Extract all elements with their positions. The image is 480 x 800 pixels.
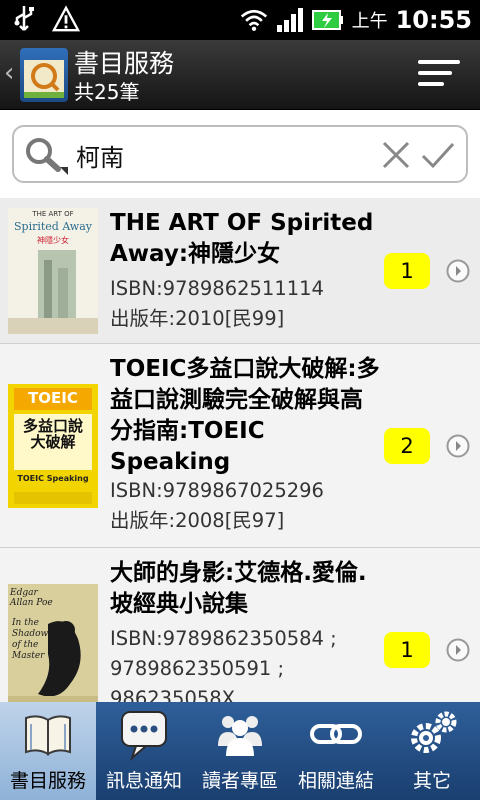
clock-time: 10:55: [395, 6, 472, 34]
tab-label: 其它: [412, 770, 451, 792]
search-icon[interactable]: [22, 135, 70, 175]
holdings-count-badge: 1: [384, 632, 430, 668]
book-meta: ISBN:9789862511114 出版年:2010[民99]: [110, 274, 380, 334]
tab-bibliographic-service[interactable]: 書目服務: [0, 702, 96, 800]
tab-reader-zone[interactable]: 讀者專區: [192, 702, 288, 800]
search-box: [12, 125, 468, 183]
menu-bar-icon: [418, 71, 452, 75]
clock-ampm: 上午: [351, 11, 388, 32]
book-title: 大師的身影:艾德格.愛倫.坡經典小說集: [110, 560, 367, 617]
list-item[interactable]: TOEIC 多益口說大破解 TOEIC Speaking TOEIC多益口說大破…: [0, 344, 480, 548]
list-item[interactable]: THE ART OF Spirited Away 神隱少女 THE ART OF…: [0, 198, 480, 344]
chevron-right-icon[interactable]: [446, 259, 470, 283]
warning-icon: [52, 4, 80, 34]
book-cover: Edgar Allan Poe In the Shadow of the Mas…: [8, 584, 98, 702]
book-title: THE ART OF Spirited Away:神隱少女: [110, 210, 374, 267]
search-input[interactable]: [76, 135, 376, 175]
status-bar: 上午 10:55: [0, 0, 480, 40]
menu-button[interactable]: [418, 60, 460, 90]
chevron-right-icon[interactable]: [446, 638, 470, 662]
signal-icon: [276, 5, 304, 35]
tab-label: 讀者專區: [201, 770, 278, 792]
title-bar: ‹ 書目服務 共25筆: [0, 40, 480, 110]
book-isbn: ISBN:9789862350584 ; 9789862350591 ; 986…: [110, 627, 337, 702]
back-chevron-icon[interactable]: ‹: [4, 58, 14, 88]
check-icon[interactable]: [420, 139, 456, 171]
book-year: 出版年:2010[民99]: [110, 307, 285, 330]
link-icon: [308, 706, 364, 762]
search-area: [0, 110, 480, 198]
gears-icon: [404, 706, 460, 762]
book-cover: TOEIC 多益口說大破解 TOEIC Speaking: [8, 384, 98, 508]
cover-title: Spirited Away: [14, 220, 92, 233]
book-title: TOEIC多益口說大破解:多益口說測驗完全破解與高分指南:TOEIC Speak…: [110, 356, 380, 475]
cover-title: 多益口說大破解: [22, 417, 83, 451]
users-icon: [212, 706, 268, 762]
book-list: THE ART OF Spirited Away 神隱少女 THE ART OF…: [0, 198, 480, 702]
cover-text: TOEIC: [28, 389, 78, 407]
book-icon: [20, 706, 76, 762]
chevron-right-icon[interactable]: [446, 434, 470, 458]
book-isbn: ISBN:9789867025296: [110, 479, 324, 502]
tab-label: 相關連結: [297, 770, 374, 792]
book-meta: ISBN:9789867025296 出版年:2008[民97]: [110, 476, 380, 536]
app-logo: [20, 48, 68, 102]
page-title: 書目服務: [74, 49, 175, 78]
result-count: 共25筆: [74, 80, 140, 104]
wifi-icon: [240, 5, 268, 35]
menu-bar-icon: [418, 60, 460, 64]
cover-title: In the Shadow of the Master: [12, 618, 49, 661]
tab-label: 書目服務: [9, 770, 86, 792]
tab-related-links[interactable]: 相關連結: [288, 702, 384, 800]
menu-bar-icon: [418, 82, 444, 86]
battery-charging-icon: [311, 5, 344, 35]
clear-icon[interactable]: [380, 139, 412, 171]
bottom-tab-bar: 書目服務 訊息通知 讀者專區 相關連結 其它: [0, 702, 480, 800]
tab-notifications[interactable]: 訊息通知: [96, 702, 192, 800]
cover-text: THE ART OF: [32, 210, 74, 218]
book-year: 出版年:2008[民97]: [110, 509, 285, 532]
book-cover: THE ART OF Spirited Away 神隱少女: [8, 208, 98, 334]
cover-text: Edgar Allan Poe: [10, 588, 53, 608]
tab-label: 訊息通知: [105, 770, 182, 792]
list-item[interactable]: Edgar Allan Poe In the Shadow of the Mas…: [0, 548, 480, 702]
holdings-count-badge: 1: [384, 253, 430, 289]
holdings-count-badge: 2: [384, 428, 430, 464]
cover-subtitle: TOEIC Speaking: [17, 474, 89, 483]
book-isbn: ISBN:9789862511114: [110, 277, 324, 300]
book-meta: ISBN:9789862350584 ; 9789862350591 ; 986…: [110, 624, 380, 702]
tab-other[interactable]: 其它: [384, 702, 480, 800]
cover-subtitle: 神隱少女: [37, 236, 69, 245]
usb-icon: [10, 4, 38, 34]
chat-bubble-icon: [116, 706, 172, 762]
